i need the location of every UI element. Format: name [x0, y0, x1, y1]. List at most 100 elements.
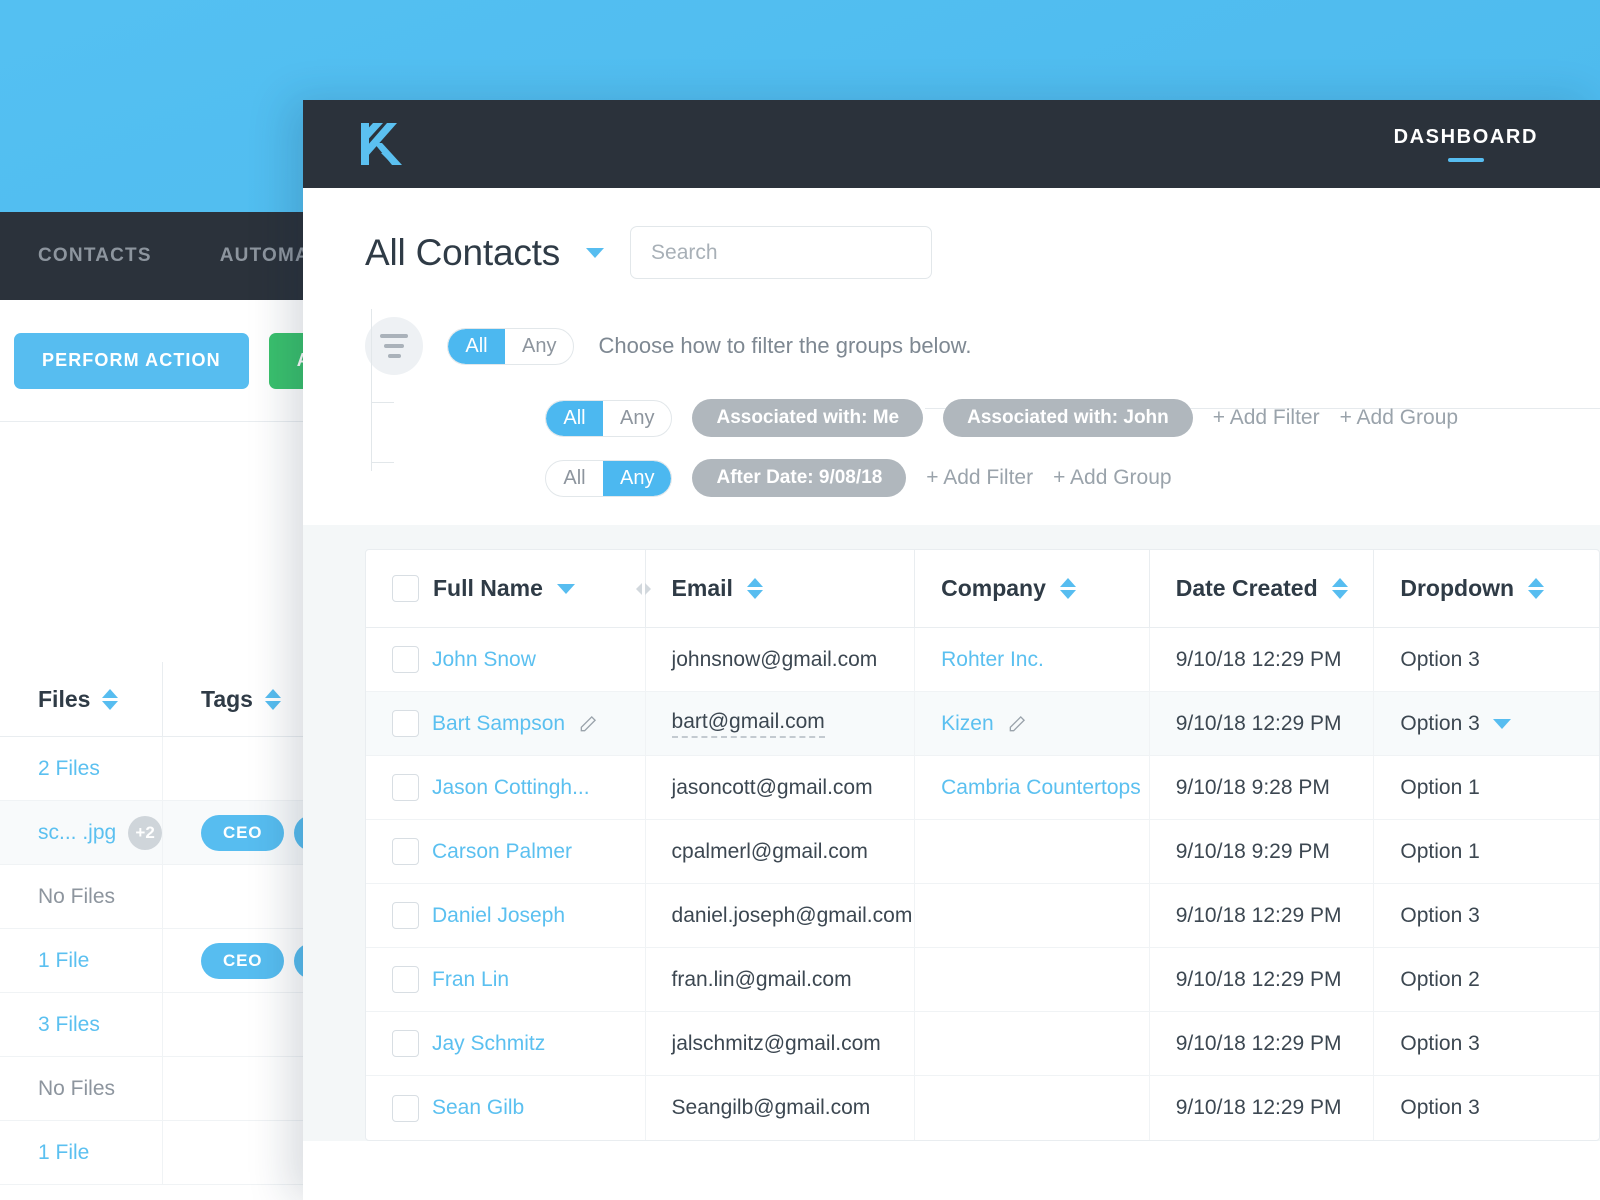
cell-files[interactable]: sc... .jpg +2	[0, 801, 163, 864]
add-filter-link[interactable]: + Add Filter	[1213, 406, 1320, 430]
dashboard-nav-item[interactable]: DASHBOARD	[1394, 126, 1538, 162]
row-checkbox[interactable]	[392, 966, 419, 993]
cell-company[interactable]: Kizen	[915, 692, 1150, 755]
row-checkbox[interactable]	[392, 710, 419, 737]
filter-root-toggle[interactable]: All Any	[447, 327, 575, 365]
cell-files[interactable]: 1 File	[0, 1121, 163, 1184]
chevron-down-icon[interactable]	[586, 247, 605, 258]
company-link[interactable]: Rohter Inc.	[941, 648, 1044, 672]
table-row[interactable]: John Snow johnsnow@gmail.com Rohter Inc. 9/…	[366, 628, 1599, 692]
sort-desc-icon[interactable]	[556, 583, 575, 594]
filter-icon[interactable]	[365, 317, 423, 375]
cell-email[interactable]: cpalmerl@gmail.com	[646, 820, 916, 883]
cell-email[interactable]: johnsnow@gmail.com	[646, 628, 916, 691]
edit-pencil-icon[interactable]	[578, 714, 598, 734]
row-checkbox[interactable]	[392, 1094, 419, 1122]
contact-name-link[interactable]: Fran Lin	[432, 968, 509, 992]
cell-full-name[interactable]: Bart Sampson	[366, 692, 646, 755]
filter-group-toggle-1[interactable]: All Any	[545, 399, 673, 437]
company-link[interactable]: Cambria Countertops	[941, 776, 1141, 800]
filter-root-all-option[interactable]: All	[448, 328, 505, 364]
filter-group-toggle-2[interactable]: All Any	[545, 459, 673, 497]
contact-name-link[interactable]: Jason Cottingh...	[432, 776, 590, 800]
email-value[interactable]: daniel.joseph@gmail.com	[672, 904, 913, 928]
filter-chip[interactable]: After Date: 9/08/18	[692, 459, 907, 497]
kizen-k-logo-icon[interactable]	[361, 121, 405, 167]
filter-group-2-any-option[interactable]: Any	[603, 460, 672, 496]
cell-email[interactable]: jasoncott@gmail.com	[646, 756, 916, 819]
row-checkbox[interactable]	[392, 838, 419, 865]
cell-company[interactable]: Rohter Inc.	[915, 628, 1150, 691]
row-checkbox[interactable]	[392, 1030, 419, 1057]
table-row[interactable]: Bart Sampson bart@gmail.com Kizen 9/10/18 1…	[366, 692, 1599, 756]
background-column-files[interactable]: Files	[0, 662, 163, 736]
column-header-email[interactable]: Email	[635, 550, 916, 627]
sort-icon[interactable]	[1059, 578, 1076, 599]
column-header-dropdown[interactable]: Dropdown	[1374, 550, 1599, 627]
cell-email[interactable]: Seangilb@gmail.com	[646, 1076, 916, 1140]
table-row[interactable]: Carson Palmer cpalmerl@gmail.com 9/10/18 9…	[366, 820, 1599, 884]
table-row[interactable]: Fran Lin fran.lin@gmail.com 9/10/18 12:29 …	[366, 948, 1599, 1012]
tag-pill[interactable]: CEO	[201, 814, 285, 851]
table-row[interactable]: Sean Gilb Seangilb@gmail.com 9/10/18 12:29…	[366, 1076, 1599, 1140]
table-row[interactable]: Jason Cottingh... jasoncott@gmail.com Camb…	[366, 756, 1599, 820]
sort-icon[interactable]	[1331, 578, 1348, 599]
column-resize-handle[interactable]	[635, 582, 651, 595]
sort-icon[interactable]	[102, 688, 119, 710]
cell-full-name[interactable]: Sean Gilb	[366, 1076, 646, 1140]
cell-full-name[interactable]: Carson Palmer	[366, 820, 646, 883]
contact-name-link[interactable]: Bart Sampson	[432, 712, 565, 736]
files-overflow-badge[interactable]: +2	[128, 815, 162, 850]
column-header-company[interactable]: Company	[915, 550, 1150, 627]
contact-name-link[interactable]: Jay Schmitz	[432, 1032, 545, 1056]
company-link[interactable]: Kizen	[941, 712, 994, 736]
cell-dropdown[interactable]: Option 1	[1374, 820, 1599, 883]
cell-company[interactable]	[915, 948, 1150, 1011]
add-filter-link[interactable]: + Add Filter	[926, 466, 1033, 490]
contact-name-link[interactable]: John Snow	[432, 648, 536, 672]
cell-files[interactable]: 1 File	[0, 929, 163, 992]
cell-company[interactable]	[915, 820, 1150, 883]
add-group-link[interactable]: + Add Group	[1340, 406, 1459, 430]
cell-email[interactable]: jalschmitz@gmail.com	[646, 1012, 916, 1075]
cell-email[interactable]: bart@gmail.com	[646, 692, 916, 755]
cell-dropdown[interactable]: Option 3	[1374, 692, 1599, 755]
table-row[interactable]: Daniel Joseph daniel.joseph@gmail.com 9/10…	[366, 884, 1599, 948]
email-value[interactable]: jalschmitz@gmail.com	[672, 1032, 881, 1056]
column-header-date-created[interactable]: Date Created	[1150, 550, 1375, 627]
email-value[interactable]: fran.lin@gmail.com	[672, 968, 852, 992]
cell-dropdown[interactable]: Option 2	[1374, 948, 1599, 1011]
email-value[interactable]: cpalmerl@gmail.com	[672, 840, 868, 864]
cell-full-name[interactable]: John Snow	[366, 628, 646, 691]
email-value[interactable]: jasoncott@gmail.com	[672, 776, 873, 800]
contact-name-link[interactable]: Daniel Joseph	[432, 904, 565, 928]
cell-files[interactable]: No Files	[0, 865, 163, 928]
sort-icon[interactable]	[746, 578, 763, 599]
search-input[interactable]	[630, 226, 933, 279]
cell-files[interactable]: 3 Files	[0, 993, 163, 1056]
email-value[interactable]: Seangilb@gmail.com	[672, 1096, 871, 1120]
cell-files[interactable]: No Files	[0, 1057, 163, 1120]
cell-dropdown[interactable]: Option 3	[1374, 884, 1599, 947]
sort-icon[interactable]	[264, 688, 281, 710]
cell-dropdown[interactable]: Option 1	[1374, 756, 1599, 819]
cell-full-name[interactable]: Fran Lin	[366, 948, 646, 1011]
cell-full-name[interactable]: Daniel Joseph	[366, 884, 646, 947]
table-row[interactable]: Jay Schmitz jalschmitz@gmail.com 9/10/18 1…	[366, 1012, 1599, 1076]
row-checkbox[interactable]	[392, 646, 419, 673]
cell-email[interactable]: fran.lin@gmail.com	[646, 948, 916, 1011]
cell-dropdown[interactable]: Option 3	[1374, 1076, 1599, 1140]
tag-pill[interactable]: CEO	[201, 942, 285, 979]
cell-company[interactable]: Cambria Countertops	[915, 756, 1150, 819]
filter-group-1-all-option[interactable]: All	[546, 400, 603, 436]
cell-dropdown[interactable]: Option 3	[1374, 628, 1599, 691]
email-value[interactable]: johnsnow@gmail.com	[672, 648, 878, 672]
edit-pencil-icon[interactable]	[1007, 714, 1027, 734]
row-checkbox[interactable]	[392, 902, 419, 929]
sidebar-item-contacts[interactable]: CONTACTS	[38, 245, 152, 267]
row-checkbox[interactable]	[392, 774, 419, 801]
chevron-down-icon[interactable]	[1492, 718, 1511, 729]
sort-icon[interactable]	[1528, 578, 1545, 599]
cell-full-name[interactable]: Jay Schmitz	[366, 1012, 646, 1075]
column-header-full-name[interactable]: Full Name	[366, 550, 646, 627]
